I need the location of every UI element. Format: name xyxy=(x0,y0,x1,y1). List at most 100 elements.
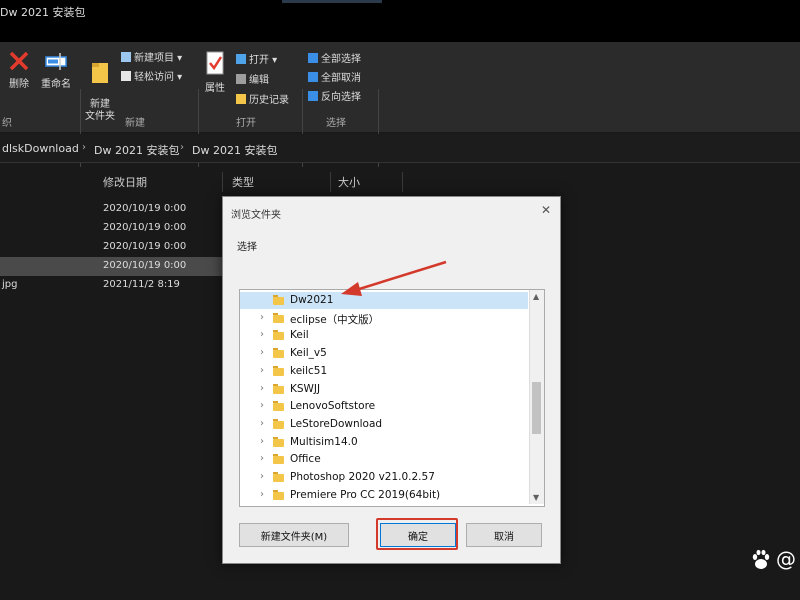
tree-item-label: Office xyxy=(290,453,321,466)
breadcrumb-item[interactable]: dlskDownload xyxy=(2,142,79,155)
file-date: 2020/10/19 0:00 xyxy=(103,260,187,271)
file-row[interactable]: 2020/10/19 0:00 xyxy=(0,219,222,238)
chevron-right-icon[interactable]: › xyxy=(260,489,264,500)
folder-icon xyxy=(273,454,284,465)
chevron-right-icon[interactable]: › xyxy=(260,418,264,429)
tree-item-label: LenovoSoftstore xyxy=(290,400,376,413)
breadcrumb-item[interactable]: Dw 2021 安装包 xyxy=(192,142,277,158)
new-item-button[interactable]: 新建项目 ▾ xyxy=(121,49,182,64)
chevron-right-icon[interactable]: › xyxy=(260,312,264,323)
chevron-right-icon[interactable]: › xyxy=(260,453,264,464)
file-date: 2021/11/2 8:19 xyxy=(103,279,180,290)
tree-item[interactable]: › Multisim14.0 xyxy=(240,434,528,451)
tree-item[interactable]: › eclipse（中文版） xyxy=(240,310,528,327)
column-divider[interactable] xyxy=(222,172,223,192)
select-all-icon xyxy=(308,52,318,63)
tree-scrollbar[interactable]: ▲ ▼ xyxy=(529,290,544,504)
new-folder-button[interactable]: 新建文件夹(M) xyxy=(239,523,349,547)
scroll-up-icon[interactable]: ▲ xyxy=(533,292,539,301)
column-header-type[interactable]: 类型 xyxy=(232,174,254,190)
easy-access-icon xyxy=(121,70,131,81)
folder-icon xyxy=(273,472,284,482)
chevron-right-icon[interactable]: › xyxy=(260,400,264,411)
cancel-button[interactable]: 取消 xyxy=(466,523,542,547)
dialog-prompt: 选择 xyxy=(237,242,257,253)
tree-item[interactable]: › Keil xyxy=(240,327,528,344)
tree-item-label: Keil_v5 xyxy=(290,347,327,360)
folder-icon xyxy=(273,383,284,394)
properties-button[interactable]: 属性 xyxy=(201,50,229,94)
easy-access-button[interactable]: 轻松访问 ▾ xyxy=(121,68,182,83)
rename-icon xyxy=(45,53,67,70)
group-label-open: 打开 xyxy=(236,118,256,129)
tree-item-label: eclipse（中文版） xyxy=(290,313,380,326)
delete-icon xyxy=(9,51,29,71)
column-divider[interactable] xyxy=(402,172,403,192)
chevron-right-icon[interactable]: › xyxy=(260,347,264,358)
column-divider[interactable] xyxy=(330,172,331,192)
chevron-right-icon[interactable]: › xyxy=(260,436,264,447)
new-folder-label: 新建 文件夹 xyxy=(85,99,115,122)
folder-tree[interactable]: Dw2021 › eclipse（中文版） › Keil › Keil_v5 ›… xyxy=(239,289,545,507)
column-header-size[interactable]: 大小 xyxy=(338,174,360,190)
new-folder-button[interactable]: 新建 文件夹 xyxy=(82,50,118,123)
tree-item-label: LeStoreDownload xyxy=(290,417,383,430)
group-label-select: 选择 xyxy=(326,118,346,129)
file-name: jpg xyxy=(2,279,18,290)
tree-item[interactable]: › Photoshop 2020 v21.0.2.57 xyxy=(240,469,528,486)
tree-item-dw2021[interactable]: Dw2021 xyxy=(240,292,528,309)
chevron-right-icon[interactable]: › xyxy=(260,329,264,340)
group-label-new: 新建 xyxy=(125,118,145,129)
column-header-date[interactable]: 修改日期 xyxy=(103,174,147,190)
file-date: 2020/10/19 0:00 xyxy=(103,203,187,214)
ribbon: 删除 重命名 新建 文件夹 新建项目 ▾ 轻松访问 ▾ 属性 打开 ▾ 编辑 历… xyxy=(0,42,800,167)
rename-label: 重命名 xyxy=(41,79,71,90)
tree-item[interactable]: › Keil_v5 xyxy=(240,345,528,362)
folder-icon xyxy=(273,489,284,500)
file-row[interactable]: 2020/10/19 0:00 xyxy=(0,238,222,257)
history-button[interactable]: 历史记录 xyxy=(236,91,289,106)
rename-button[interactable]: 重命名 xyxy=(38,50,74,90)
file-row[interactable]: jpg 2021/11/2 8:19 xyxy=(0,276,222,295)
edit-button[interactable]: 编辑 xyxy=(236,71,269,86)
tree-item[interactable]: › KSWJJ xyxy=(240,381,528,398)
open-button[interactable]: 打开 ▾ xyxy=(236,51,277,66)
select-all-button[interactable]: 全部选择 xyxy=(308,50,361,65)
tree-item[interactable]: › LenovoSoftstore xyxy=(240,398,528,415)
delete-button[interactable]: 删除 xyxy=(4,50,34,90)
chevron-right-icon[interactable]: › xyxy=(260,471,264,482)
tree-item-label: Multisim14.0 xyxy=(290,435,358,448)
breadcrumb-separator-icon: › xyxy=(180,142,184,153)
delete-label: 删除 xyxy=(9,79,29,90)
select-all-label: 全部选择 xyxy=(321,54,361,65)
tree-item[interactable]: › Premiere Pro CC 2019(64bit) xyxy=(240,487,528,504)
chevron-right-icon[interactable]: › xyxy=(260,383,264,394)
properties-icon xyxy=(206,51,224,75)
invert-selection-button[interactable]: 反向选择 xyxy=(308,88,361,103)
select-none-label: 全部取消 xyxy=(321,73,361,84)
group-label-organize: 织 xyxy=(2,118,12,129)
address-bar[interactable]: dlskDownload › Dw 2021 安装包 › Dw 2021 安装包 xyxy=(0,134,800,163)
dialog-title: 浏览文件夹 xyxy=(231,210,281,221)
window-title: Dw 2021 安装包 xyxy=(0,6,86,19)
tree-item[interactable]: › keilc51 xyxy=(240,363,528,380)
browse-folder-dialog: 浏览文件夹 ✕ 选择 Dw2021 › eclipse（中文版） › Keil … xyxy=(222,196,561,564)
chevron-right-icon[interactable]: › xyxy=(260,365,264,376)
scroll-down-icon[interactable]: ▼ xyxy=(533,493,539,502)
breadcrumb-item[interactable]: Dw 2021 安装包 xyxy=(94,142,179,158)
breadcrumb-separator-icon: › xyxy=(82,142,86,153)
select-none-button[interactable]: 全部取消 xyxy=(308,69,361,84)
watermark-text: @ xyxy=(776,547,796,571)
file-row[interactable]: 2020/10/19 0:00 xyxy=(0,200,222,219)
scrollbar-thumb[interactable] xyxy=(532,382,541,434)
file-row-selected[interactable]: 2020/10/19 0:00 xyxy=(0,257,222,276)
folder-icon xyxy=(273,436,284,447)
title-bar-accent xyxy=(282,0,382,3)
paw-logo-icon xyxy=(752,549,770,569)
invert-selection-label: 反向选择 xyxy=(321,92,361,103)
invert-selection-icon xyxy=(308,90,318,101)
folder-icon xyxy=(273,295,284,305)
tree-item[interactable]: › Office xyxy=(240,451,528,468)
close-icon[interactable]: ✕ xyxy=(541,203,551,217)
tree-item[interactable]: › LeStoreDownload xyxy=(240,416,528,433)
